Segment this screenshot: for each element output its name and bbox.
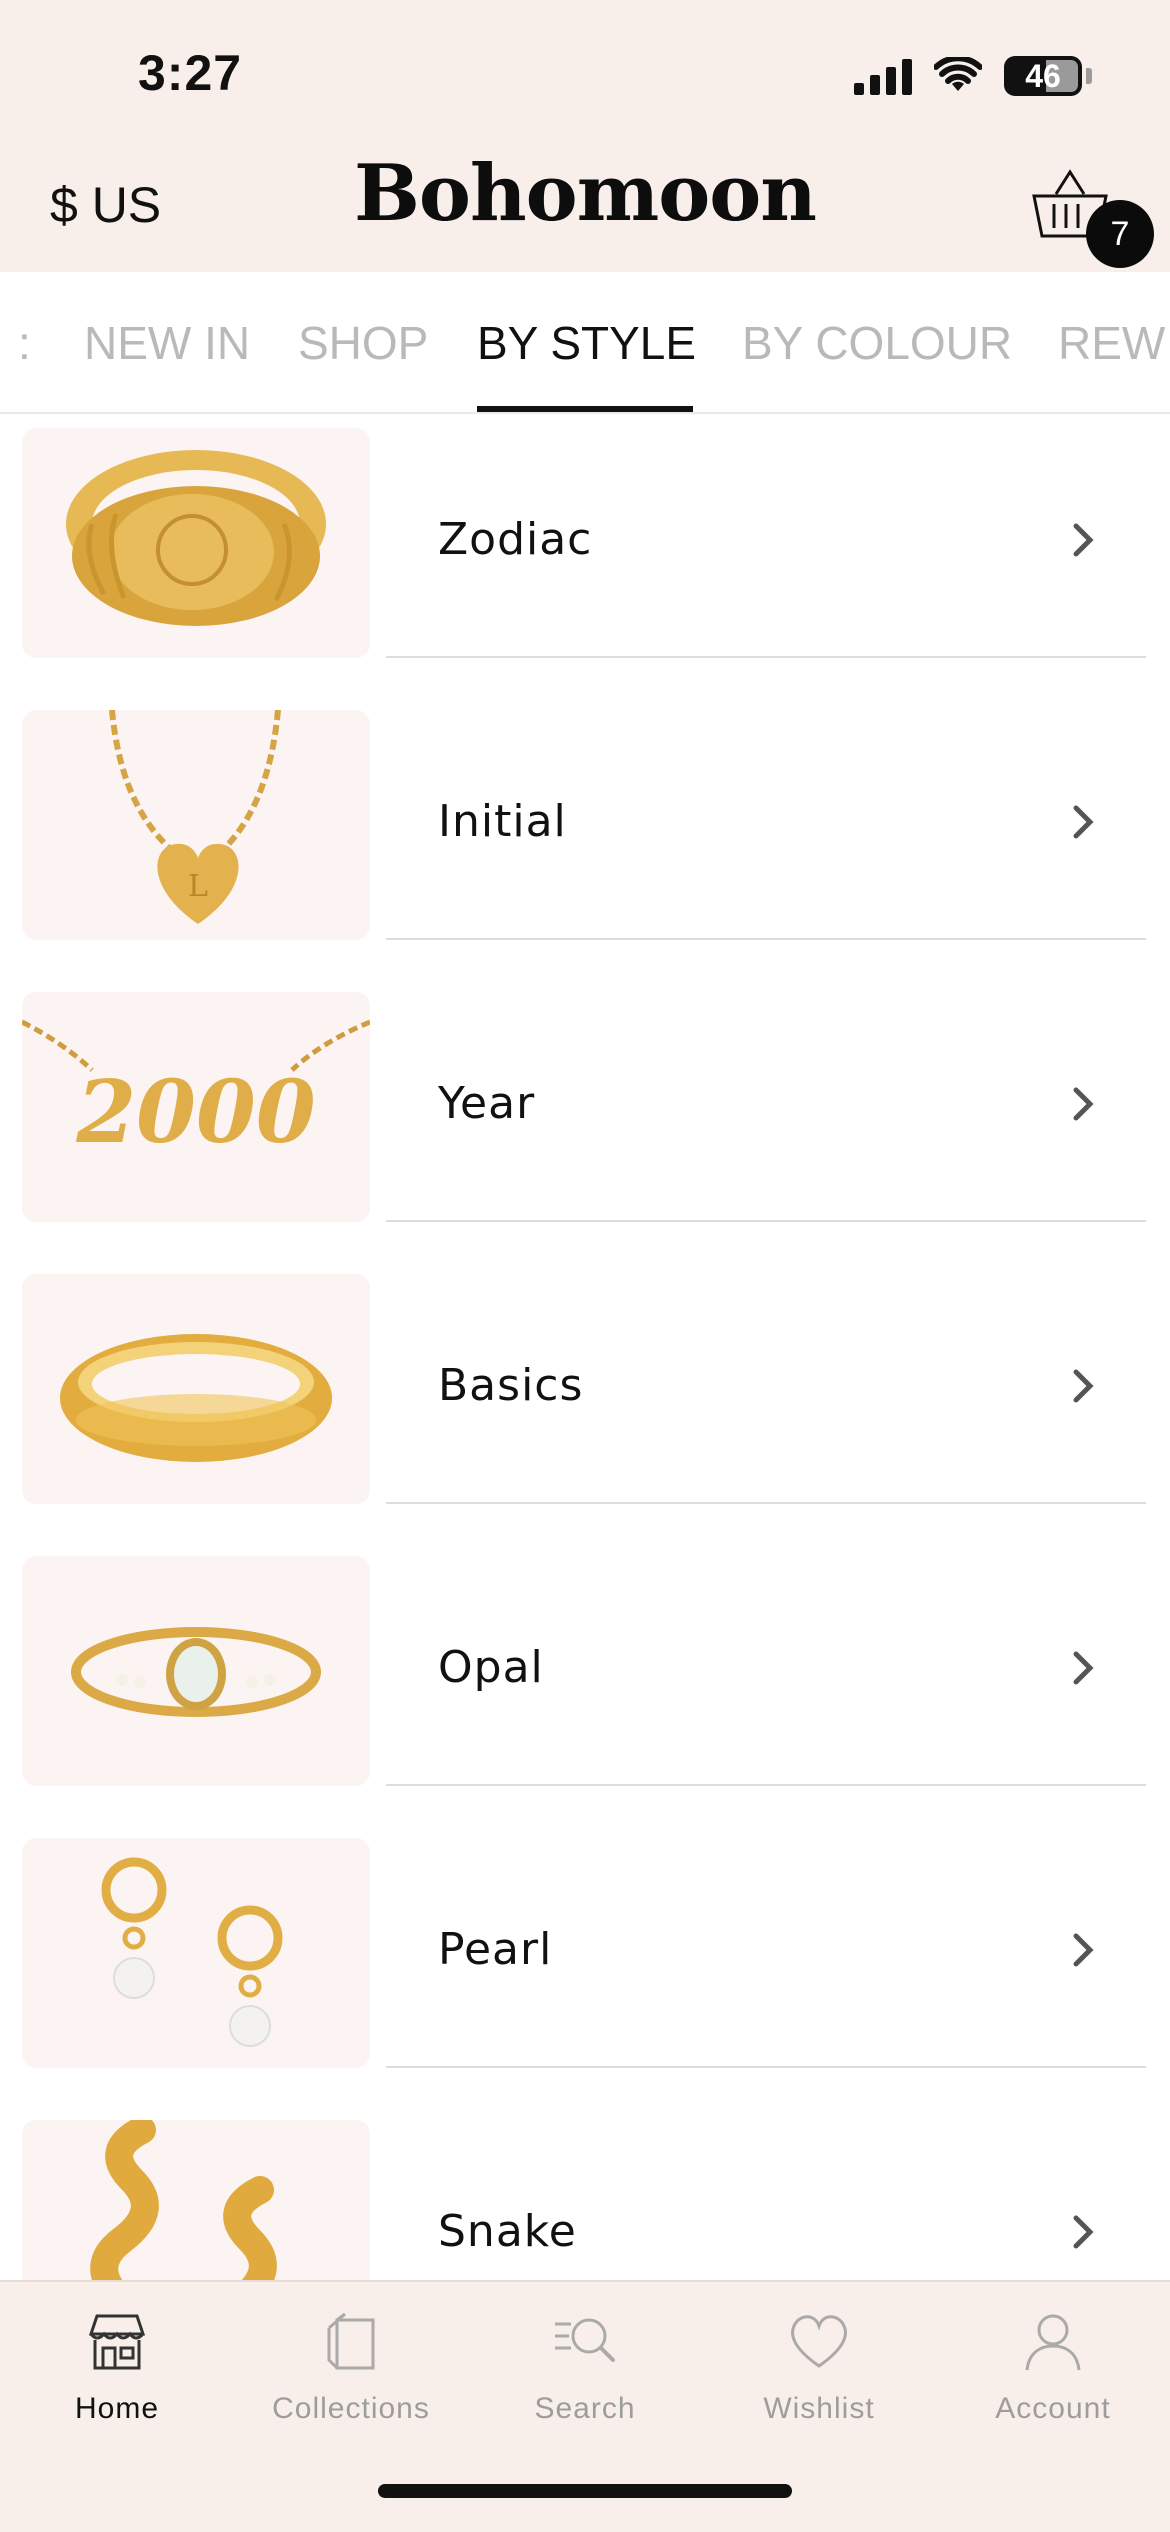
user-icon — [1025, 2314, 1081, 2371]
tab-new-in[interactable]: NEW IN — [84, 316, 250, 370]
home-indicator — [378, 2484, 792, 2498]
store-icon — [88, 2314, 146, 2370]
item-label: Zodiac — [438, 514, 593, 565]
chevron-right-icon — [1073, 1933, 1094, 1967]
nav-account[interactable]: Account — [936, 2306, 1170, 2426]
signet-ring-image — [22, 428, 370, 658]
list-item-zodiac[interactable]: Zodiac — [0, 414, 1170, 696]
status-time: 3:27 — [138, 45, 243, 101]
brand-logo[interactable]: Bohomoon — [0, 148, 1170, 239]
nav-label: Home — [74, 2392, 160, 2425]
battery-level: 46 — [1025, 57, 1061, 94]
chevron-right-icon — [1073, 523, 1094, 557]
list-item-initial[interactable]: L Initial — [0, 696, 1170, 978]
battery-icon: 46 — [1004, 56, 1082, 96]
nav-label: Collections — [272, 2392, 430, 2425]
chevron-right-icon — [1073, 1651, 1094, 1685]
list-item-year[interactable]: 2000 Year — [0, 978, 1170, 1260]
svg-text:L: L — [188, 869, 208, 904]
category-tabs: : NEW IN SHOP BY STYLE BY COLOUR REW — [0, 272, 1170, 414]
item-label: Opal — [438, 1642, 544, 1693]
item-label: Initial — [438, 796, 567, 847]
nav-home[interactable]: Home — [0, 2306, 234, 2426]
list-item-opal[interactable]: Opal — [0, 1542, 1170, 1824]
collections-icon — [327, 2312, 375, 2370]
chevron-right-icon — [1073, 1087, 1094, 1121]
tab-shop[interactable]: SHOP — [298, 316, 428, 370]
nav-label: Wishlist — [763, 2392, 875, 2425]
status-icons: 46 — [854, 54, 1092, 98]
year-necklace-image: 2000 — [22, 992, 370, 1222]
nav-label: Search — [534, 2392, 636, 2425]
band-ring-image — [22, 1274, 370, 1504]
active-tab-indicator — [477, 406, 693, 412]
chevron-right-icon — [1073, 805, 1094, 839]
svg-text:2000: 2000 — [75, 1062, 315, 1163]
nav-search[interactable]: Search — [468, 2306, 702, 2426]
item-label: Pearl — [438, 1924, 553, 1975]
heart-icon — [791, 2315, 847, 2368]
chevron-right-icon — [1073, 1369, 1094, 1403]
item-label: Snake — [438, 2206, 577, 2257]
cart-count-badge[interactable]: 7 — [1086, 200, 1154, 268]
item-label: Year — [438, 1078, 536, 1129]
opal-ring-image — [22, 1556, 370, 1786]
pearl-earrings-image — [22, 1838, 370, 2068]
heart-necklace-image: L — [22, 710, 370, 940]
app-header: 3:27 46 $ US Bohomoon 7 — [0, 0, 1170, 272]
tab-rewards[interactable]: REW — [1058, 316, 1165, 370]
search-icon — [555, 2318, 615, 2362]
nav-wishlist[interactable]: Wishlist — [702, 2306, 936, 2426]
tab-by-colour[interactable]: BY COLOUR — [742, 316, 1012, 370]
signal-icon — [854, 57, 912, 95]
wifi-icon — [934, 57, 982, 91]
list-item-basics[interactable]: Basics — [0, 1260, 1170, 1542]
list-item-pearl[interactable]: Pearl — [0, 1824, 1170, 2106]
tab-by-style[interactable]: BY STYLE — [477, 316, 696, 370]
nav-collections[interactable]: Collections — [234, 2306, 468, 2426]
chevron-right-icon — [1073, 2215, 1094, 2249]
nav-label: Account — [995, 2392, 1111, 2425]
item-label: Basics — [438, 1360, 584, 1411]
tab-partial[interactable]: : — [18, 316, 31, 370]
